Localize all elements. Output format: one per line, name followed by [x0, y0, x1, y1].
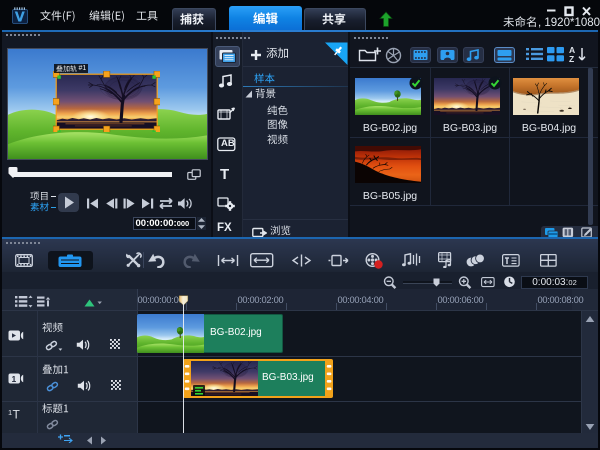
svg-text:Z: Z: [569, 54, 574, 64]
svg-text:T: T: [13, 408, 21, 421]
svg-text:1: 1: [12, 374, 17, 384]
